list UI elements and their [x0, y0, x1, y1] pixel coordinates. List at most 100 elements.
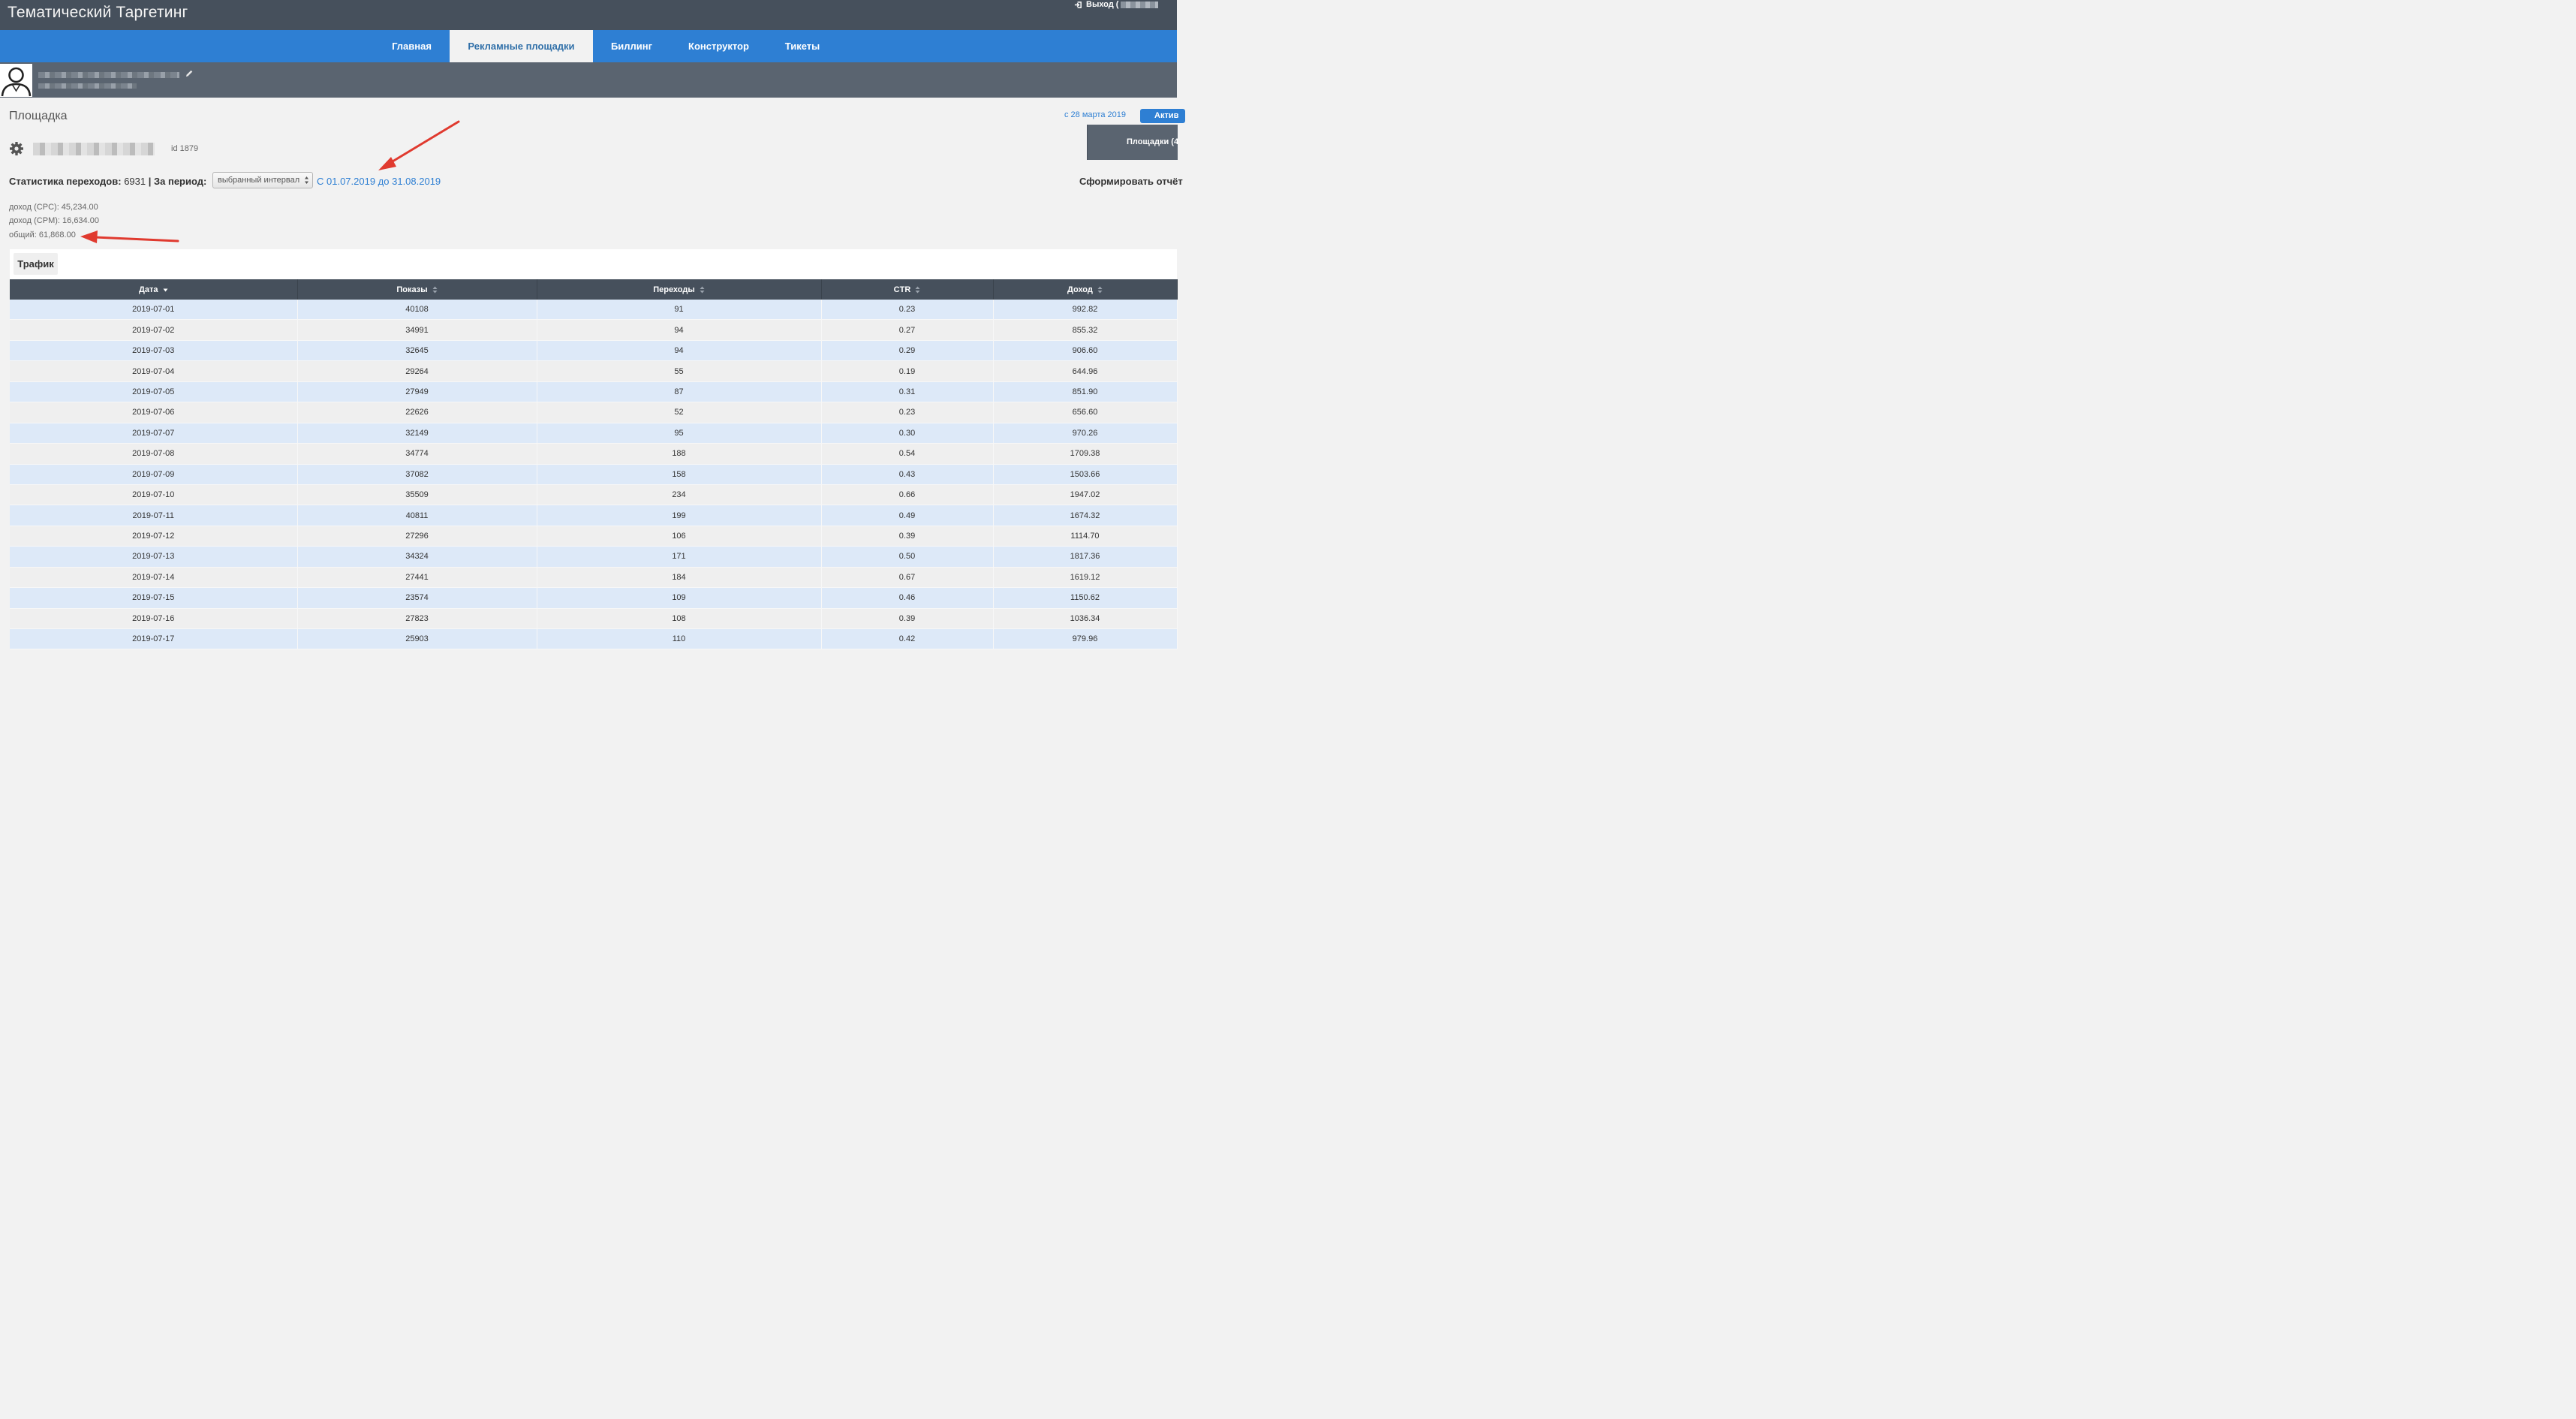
- cell-clicks: 91: [537, 300, 822, 321]
- cell-income: 1036.34: [993, 608, 1178, 630]
- cell-clicks: 234: [537, 484, 822, 506]
- period-range-link[interactable]: С 01.07.2019 до 31.08.2019: [317, 176, 441, 187]
- income-cpc: доход (CPC): 45,234.00: [9, 203, 98, 212]
- cell-ctr: 0.50: [821, 546, 994, 568]
- user-avatar-icon: [1, 67, 32, 97]
- cell-impressions: 27823: [297, 608, 537, 630]
- table-row: 2019-07-11 40811 199 0.49 1674.32: [10, 505, 1178, 526]
- table-row: 2019-07-16 27823 108 0.39 1036.34: [10, 608, 1178, 630]
- cell-clicks: 87: [537, 381, 822, 403]
- cell-income: 1674.32: [993, 505, 1178, 526]
- table-row: 2019-07-10 35509 234 0.66 1947.02: [10, 484, 1178, 506]
- cell-impressions: 40108: [297, 300, 537, 321]
- traffic-tab-strip: [10, 249, 1177, 279]
- cell-clicks: 184: [537, 567, 822, 589]
- cell-income: 1114.70: [993, 526, 1178, 547]
- cell-impressions: 27949: [297, 381, 537, 403]
- table-row: 2019-07-13 34324 171 0.50 1817.36: [10, 546, 1178, 568]
- logout-icon: [1074, 1, 1082, 8]
- column-header-ctr[interactable]: CTR: [821, 279, 994, 300]
- stats-label: Статистика переходов:: [9, 176, 122, 187]
- annotation-arrow-total: [80, 230, 179, 243]
- nav-item-billing[interactable]: Биллинг: [600, 30, 663, 62]
- table-row: 2019-07-09 37082 158 0.43 1503.66: [10, 464, 1178, 485]
- cell-date: 2019-07-08: [10, 443, 298, 465]
- cell-income: 656.60: [993, 402, 1178, 423]
- cell-clicks: 95: [537, 423, 822, 444]
- since-date-link[interactable]: с 28 марта 2019: [1064, 110, 1126, 119]
- tab-traffic[interactable]: Трафик: [14, 253, 58, 275]
- redacted-profile-email: [38, 83, 137, 89]
- cell-date: 2019-07-16: [10, 608, 298, 630]
- cell-impressions: 40811: [297, 505, 537, 526]
- cell-ctr: 0.66: [821, 484, 994, 506]
- period-select[interactable]: выбранный интервал: [212, 172, 313, 188]
- cell-date: 2019-07-15: [10, 587, 298, 609]
- column-header-impressions[interactable]: Показы: [297, 279, 537, 300]
- cell-impressions: 35509: [297, 484, 537, 506]
- column-header-date[interactable]: Дата: [10, 279, 298, 300]
- cell-ctr: 0.23: [821, 300, 994, 321]
- nav-item-constructor[interactable]: Конструктор: [676, 30, 762, 62]
- nav-item-ad-sites[interactable]: Рекламные площадки: [450, 30, 593, 62]
- table-row: 2019-07-07 32149 95 0.30 970.26: [10, 423, 1178, 444]
- avatar[interactable]: [0, 64, 32, 97]
- sort-icon: [700, 286, 705, 294]
- cell-income: 1619.12: [993, 567, 1178, 589]
- cell-income: 1709.38: [993, 443, 1178, 465]
- table-row: 2019-07-15 23574 109 0.46 1150.62: [10, 587, 1178, 609]
- column-header-clicks[interactable]: Переходы: [537, 279, 822, 300]
- stats-count: 6931: [124, 176, 146, 187]
- cell-clicks: 199: [537, 505, 822, 526]
- column-header-income[interactable]: Доход: [993, 279, 1178, 300]
- cell-clicks: 108: [537, 608, 822, 630]
- cell-date: 2019-07-05: [10, 381, 298, 403]
- cell-income: 1503.66: [993, 464, 1178, 485]
- cell-date: 2019-07-17: [10, 628, 298, 650]
- cell-income: 970.26: [993, 423, 1178, 444]
- cell-date: 2019-07-07: [10, 423, 298, 444]
- table-row: 2019-07-06 22626 52 0.23 656.60: [10, 402, 1178, 423]
- cell-income: 851.90: [993, 381, 1178, 403]
- logout-link[interactable]: Выход (: [1074, 0, 1159, 9]
- cell-ctr: 0.23: [821, 402, 994, 423]
- sort-icon: [432, 286, 438, 294]
- cell-clicks: 109: [537, 587, 822, 609]
- cell-date: 2019-07-01: [10, 300, 298, 321]
- table-row: 2019-07-03 32645 94 0.29 906.60: [10, 340, 1178, 362]
- gear-icon[interactable]: [9, 141, 24, 156]
- cell-impressions: 22626: [297, 402, 537, 423]
- top-bar: Тематический Таргетинг Выход (: [0, 0, 1177, 30]
- cell-impressions: 27296: [297, 526, 537, 547]
- sort-icon: [915, 286, 920, 294]
- cell-income: 1150.62: [993, 587, 1178, 609]
- period-label: | За период:: [148, 176, 207, 187]
- sites-count-label: Площадки (4: [1127, 137, 1179, 146]
- table-row: 2019-07-08 34774 188 0.54 1709.38: [10, 443, 1178, 465]
- edit-pencil-icon[interactable]: [185, 69, 194, 78]
- cell-impressions: 23574: [297, 587, 537, 609]
- cell-date: 2019-07-03: [10, 340, 298, 362]
- income-cpm: доход (CPM): 16,634.00: [9, 216, 99, 225]
- sites-panel[interactable]: Площадки (4: [1087, 125, 1178, 160]
- site-id: id 1879: [171, 144, 199, 153]
- cell-ctr: 0.30: [821, 423, 994, 444]
- table-row: 2019-07-12 27296 106 0.39 1114.70: [10, 526, 1178, 547]
- app-title: Тематический Таргетинг: [8, 4, 188, 21]
- cell-clicks: 106: [537, 526, 822, 547]
- nav-item-home[interactable]: Главная: [379, 30, 444, 62]
- redacted-site-name: [33, 143, 155, 155]
- cell-date: 2019-07-11: [10, 505, 298, 526]
- cell-ctr: 0.29: [821, 340, 994, 362]
- cell-income: 855.32: [993, 319, 1178, 341]
- active-status-button[interactable]: Актив: [1140, 109, 1185, 123]
- sort-desc-icon: [163, 288, 168, 292]
- nav-item-tickets[interactable]: Тикеты: [773, 30, 832, 62]
- cell-impressions: 34324: [297, 546, 537, 568]
- cell-clicks: 110: [537, 628, 822, 650]
- generate-report-button[interactable]: Сформировать отчёт: [1079, 176, 1183, 187]
- redacted-profile-name: [38, 72, 179, 78]
- cell-impressions: 27441: [297, 567, 537, 589]
- cell-ctr: 0.46: [821, 587, 994, 609]
- cell-clicks: 171: [537, 546, 822, 568]
